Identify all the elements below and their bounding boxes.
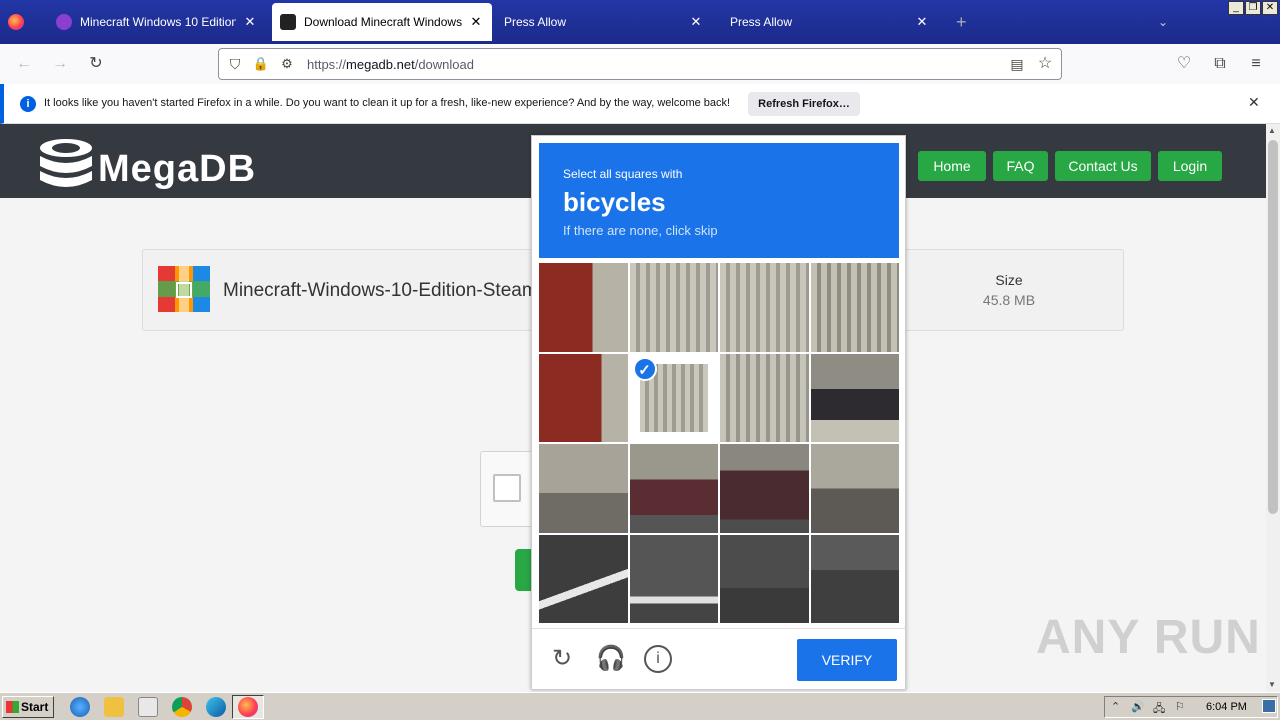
refresh-icon[interactable]: ↻ (548, 645, 576, 673)
challenge-tile[interactable] (810, 444, 899, 533)
captcha-checkbox[interactable] (493, 474, 521, 502)
chrome-icon[interactable] (172, 697, 192, 717)
challenge-tile[interactable] (629, 534, 718, 623)
url-text[interactable]: https://megadb.net/download (307, 57, 474, 72)
info-icon: i (20, 96, 36, 112)
challenge-hint: If there are none, click skip (563, 223, 718, 238)
network-icon[interactable]: 🖧 (1153, 700, 1165, 719)
notification-text: It looks like you haven't started Firefo… (44, 97, 731, 109)
scroll-thumb[interactable] (1268, 140, 1278, 514)
taskbar-firefox-button[interactable] (232, 695, 264, 719)
windows-flag-icon (6, 701, 19, 713)
nav-home-button[interactable]: Home (918, 151, 986, 181)
url-bar[interactable]: ⛉ 🔒 ⚙ https://megadb.net/download ▤ ☆ (218, 48, 1062, 80)
firefox-icon (238, 697, 258, 717)
tab-close-icon[interactable]: ✕ (914, 14, 930, 30)
clock: 6:04 PM (1206, 701, 1247, 713)
pocket-icon[interactable]: ♡ (1174, 54, 1194, 74)
challenge-target: bicycles (563, 187, 666, 217)
challenge-grid: ✓ (539, 263, 899, 623)
info-icon[interactable]: i (644, 645, 672, 673)
archive-file-icon (158, 266, 210, 312)
shield-icon[interactable]: ⛉ (225, 54, 245, 74)
tray-expand-icon[interactable]: ⌃ (1111, 700, 1120, 713)
nav-login-button[interactable]: Login (1158, 151, 1222, 181)
challenge-tile[interactable] (810, 353, 899, 442)
hamburger-menu-icon[interactable]: ≡ (1246, 54, 1266, 74)
challenge-tile[interactable] (720, 263, 809, 352)
reader-view-icon[interactable]: ▤ (1007, 54, 1027, 74)
tab-close-icon[interactable]: ✕ (688, 14, 704, 30)
verify-button[interactable]: VERIFY (797, 639, 897, 681)
site-logo-text[interactable]: MegaDB (98, 148, 256, 191)
action-center-flag-icon[interactable]: ⚐ (1175, 700, 1185, 713)
challenge-tile[interactable] (810, 263, 899, 352)
new-tab-button[interactable]: + (956, 0, 976, 44)
scroll-down-icon[interactable]: ▼ (1268, 680, 1276, 689)
tab-minecraft-free[interactable]: Minecraft Windows 10 Edition Free ✕ (52, 0, 262, 44)
challenge-tile[interactable]: ✓ (629, 353, 718, 442)
challenge-tile[interactable] (539, 353, 628, 442)
tab-favicon-icon (56, 14, 72, 30)
volume-icon[interactable]: 🔊 (1131, 700, 1145, 713)
challenge-tile[interactable] (629, 444, 718, 533)
image-challenge-popup: Select all squares with bicycles If ther… (531, 135, 906, 690)
permissions-icon[interactable]: ⚙ (277, 54, 297, 74)
challenge-footer: ↻ 🎧 i VERIFY (532, 628, 905, 689)
close-icon[interactable]: ✕ (1248, 94, 1260, 111)
minimize-button[interactable]: _ (1228, 1, 1244, 15)
tab-close-icon[interactable]: ✕ (468, 14, 484, 30)
extensions-icon[interactable]: ⧉ (1210, 54, 1230, 74)
tab-press-allow-2[interactable]: Press Allow ✕ (722, 0, 938, 44)
watermark-logo: ANY RUN (1036, 611, 1261, 664)
challenge-tile[interactable] (720, 353, 809, 442)
file-name: Minecraft-Windows-10-Edition-Steam (223, 280, 538, 301)
challenge-tile[interactable] (539, 263, 628, 352)
tab-close-icon[interactable]: ✕ (242, 14, 258, 30)
close-window-button[interactable]: ✕ (1262, 1, 1278, 15)
megadb-favicon-icon (280, 14, 296, 30)
bookmark-star-icon[interactable]: ☆ (1035, 54, 1055, 74)
challenge-tile[interactable] (539, 534, 628, 623)
refresh-firefox-button[interactable]: Refresh Firefox… (748, 92, 860, 116)
challenge-tile[interactable] (720, 534, 809, 623)
selected-check-icon: ✓ (632, 356, 657, 381)
notification-bar: i It looks like you haven't started Fire… (0, 84, 1280, 124)
taskbar: Start ⌃ 🔊 🖧 ⚐ 6:04 PM (0, 692, 1280, 720)
database-logo-icon (40, 139, 92, 187)
forward-icon[interactable]: → (50, 54, 70, 74)
nav-faq-button[interactable]: FAQ (993, 151, 1048, 181)
folder-icon[interactable] (104, 697, 124, 717)
firefox-menu-icon[interactable] (8, 0, 34, 44)
tab-press-allow-1[interactable]: Press Allow ✕ (496, 0, 712, 44)
media-player-icon[interactable] (138, 697, 158, 717)
system-tray: ⌃ 🔊 🖧 ⚐ (1104, 696, 1278, 718)
challenge-tile[interactable] (539, 444, 628, 533)
challenge-tile[interactable] (810, 534, 899, 623)
maximize-button[interactable]: ❐ (1245, 1, 1261, 15)
challenge-instruction: Select all squares with (563, 167, 683, 181)
challenge-tile[interactable] (720, 444, 809, 533)
challenge-tile[interactable] (629, 263, 718, 352)
nav-contact-button[interactable]: Contact Us (1055, 151, 1151, 181)
start-button[interactable]: Start (2, 696, 54, 718)
challenge-header: Select all squares with bicycles If ther… (539, 143, 899, 258)
edge-icon[interactable] (206, 697, 226, 717)
show-desktop-icon[interactable] (1262, 699, 1276, 713)
navigation-toolbar: ← → ↻ ⛉ 🔒 ⚙ https://megadb.net/download … (0, 44, 1280, 84)
lock-icon[interactable]: 🔒 (251, 54, 271, 74)
reload-icon[interactable]: ↻ (86, 54, 106, 74)
tab-strip: Minecraft Windows 10 Edition Free ✕ Down… (0, 0, 1280, 44)
ie-icon[interactable] (70, 697, 90, 717)
tab-list-chevron-icon[interactable]: ⌄ (1158, 0, 1178, 44)
scroll-up-icon[interactable]: ▲ (1268, 126, 1276, 135)
size-value: 45.8 MB (982, 292, 1036, 308)
size-label: Size (995, 272, 1023, 288)
page-scrollbar[interactable]: ▲ ▼ (1266, 124, 1280, 692)
audio-icon[interactable]: 🎧 (596, 645, 626, 673)
tab-download-minecraft[interactable]: Download Minecraft Windows Editi ✕ (272, 3, 492, 41)
back-icon[interactable]: ← (14, 54, 34, 74)
